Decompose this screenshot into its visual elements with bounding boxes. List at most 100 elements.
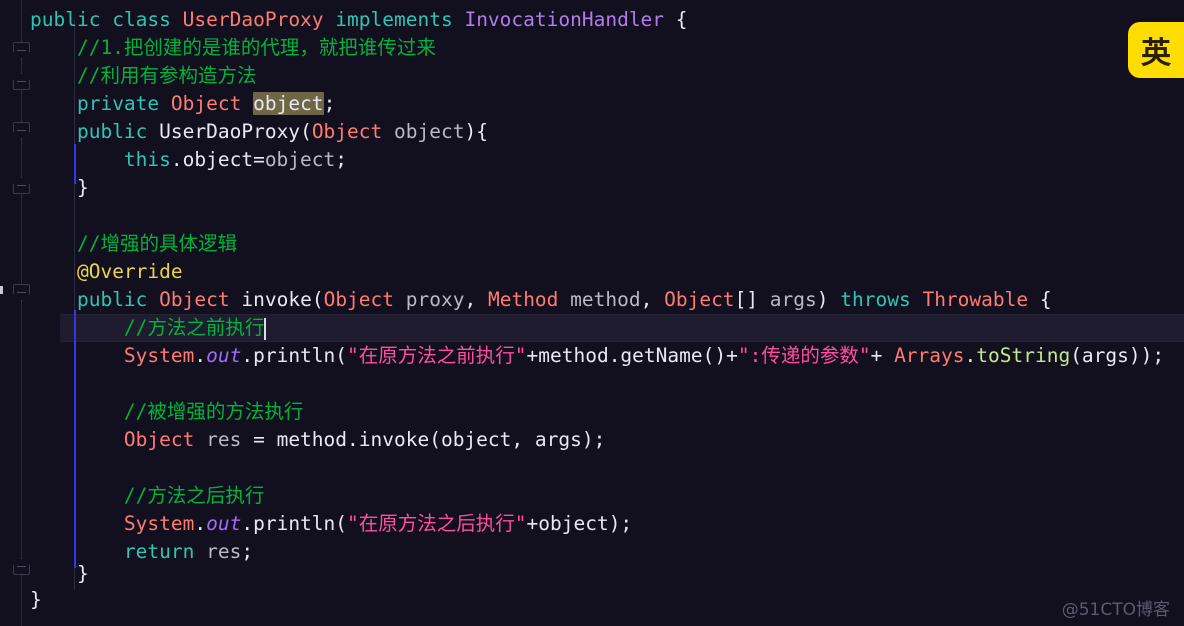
code-token: , args); xyxy=(511,428,606,451)
code-token: proxy xyxy=(405,288,465,311)
code-token: +method.getName()+ xyxy=(526,344,738,367)
code-line-text: public class UserDaoProxy implements Inv… xyxy=(0,6,688,34)
code-line-text: private Object object; xyxy=(0,90,335,118)
code-line[interactable]: //利用有参构造方法 xyxy=(0,62,1184,90)
code-line-text: //利用有参构造方法 xyxy=(0,62,256,90)
code-token: out xyxy=(206,512,242,535)
code-line-text: } xyxy=(0,586,42,614)
code-line[interactable] xyxy=(0,202,1184,230)
code-token: method xyxy=(570,288,641,311)
code-token: .println( xyxy=(241,344,348,367)
code-token: { xyxy=(1028,288,1052,311)
code-line[interactable]: public UserDaoProxy(Object object){ xyxy=(0,118,1184,146)
code-line-text: //增强的具体逻辑 xyxy=(0,230,237,258)
ime-mode-label: 英 xyxy=(1141,36,1171,71)
code-line[interactable]: @Override xyxy=(0,258,1184,286)
code-line[interactable]: System.out.println("在原方法之后执行"+object); xyxy=(0,510,1184,538)
code-line[interactable]: //方法之后执行 xyxy=(0,482,1184,510)
code-token: toString xyxy=(976,344,1071,367)
code-token: res xyxy=(206,428,242,451)
code-line[interactable]: } xyxy=(0,560,1184,588)
code-line[interactable]: System. out.println("在原方法之前执行"+method.get… xyxy=(0,342,1184,370)
code-content[interactable]: public class UserDaoProxy implements Inv… xyxy=(0,0,1184,626)
code-line-text: //方法之前执行 xyxy=(0,314,264,342)
code-token: . xyxy=(194,512,207,535)
code-line[interactable]: //增强的具体逻辑 xyxy=(0,230,1184,258)
code-token: [] xyxy=(734,288,770,311)
code-line[interactable]: //方法之前执行 xyxy=(0,314,1184,342)
code-token: ( xyxy=(311,288,324,311)
code-token: ){ xyxy=(464,120,488,143)
code-token: object xyxy=(264,148,336,171)
code-line[interactable]: } xyxy=(0,174,1184,202)
code-line[interactable]: public Object invoke(Object proxy, Metho… xyxy=(0,286,1184,314)
code-line-text: System. out.println("在原方法之前执行"+method.get… xyxy=(0,342,1164,370)
code-token: +object); xyxy=(526,512,633,535)
code-line-text: public UserDaoProxy(Object object){ xyxy=(0,118,488,146)
code-token: public xyxy=(30,8,101,31)
code-token: ) xyxy=(816,288,841,311)
code-token: UserDaoProxy xyxy=(182,8,324,31)
code-line-text: this.object=object; xyxy=(0,146,347,174)
code-line[interactable]: public class UserDaoProxy implements Inv… xyxy=(0,6,1184,34)
code-token: //利用有参构造方法 xyxy=(76,64,257,87)
code-token: . xyxy=(964,344,977,367)
code-editor[interactable]: public class UserDaoProxy implements Inv… xyxy=(0,0,1184,626)
code-token: //被增强的方法执行 xyxy=(123,400,304,423)
code-token: Arrays xyxy=(894,344,965,367)
code-line[interactable]: this.object=object; xyxy=(0,146,1184,174)
watermark: @51CTO博客 xyxy=(1061,600,1170,620)
code-token: Throwable xyxy=(922,288,1029,311)
code-token: + xyxy=(870,344,895,367)
ime-mode-badge[interactable]: 英 xyxy=(1128,22,1184,78)
code-line[interactable]: //1.把创建的是谁的代理，就把谁传过来 xyxy=(0,34,1184,62)
code-token: InvocationHandler xyxy=(464,8,665,31)
code-token: //1.把创建的是谁的代理，就把谁传过来 xyxy=(76,36,436,59)
code-token: } xyxy=(76,562,89,585)
code-token: public xyxy=(76,120,148,143)
code-token: out xyxy=(206,344,242,367)
code-token: object xyxy=(440,428,512,451)
code-line[interactable]: //被增强的方法执行 xyxy=(0,398,1184,426)
code-token: "在原方法之前执行" xyxy=(347,344,527,367)
code-line[interactable]: private Object object; xyxy=(0,90,1184,118)
code-token: Object xyxy=(170,92,242,115)
code-line[interactable] xyxy=(0,454,1184,482)
code-token: @Override xyxy=(76,260,183,283)
text-caret xyxy=(264,318,267,340)
code-line[interactable]: Object res = method.invoke(object, args)… xyxy=(0,426,1184,454)
code-line[interactable] xyxy=(0,370,1184,398)
code-line-text: public Object invoke(Object proxy, Metho… xyxy=(0,286,1052,314)
code-token: System xyxy=(123,512,195,535)
code-line-text: } xyxy=(0,560,89,588)
code-token: throws xyxy=(840,288,911,311)
code-token: } xyxy=(30,588,42,611)
code-token: object xyxy=(394,120,465,143)
code-token: //增强的具体逻辑 xyxy=(76,232,237,255)
code-token: ; xyxy=(323,92,336,115)
code-token: Object xyxy=(159,288,230,311)
code-token: UserDaoProxy xyxy=(159,120,301,143)
code-line[interactable]: } xyxy=(0,586,1184,614)
code-token: } xyxy=(76,176,89,199)
code-token: ":传递的参数" xyxy=(737,344,871,367)
code-token: ; xyxy=(335,148,348,171)
code-token: args xyxy=(769,288,817,311)
code-token: System xyxy=(123,344,195,367)
code-token: class xyxy=(112,8,171,31)
